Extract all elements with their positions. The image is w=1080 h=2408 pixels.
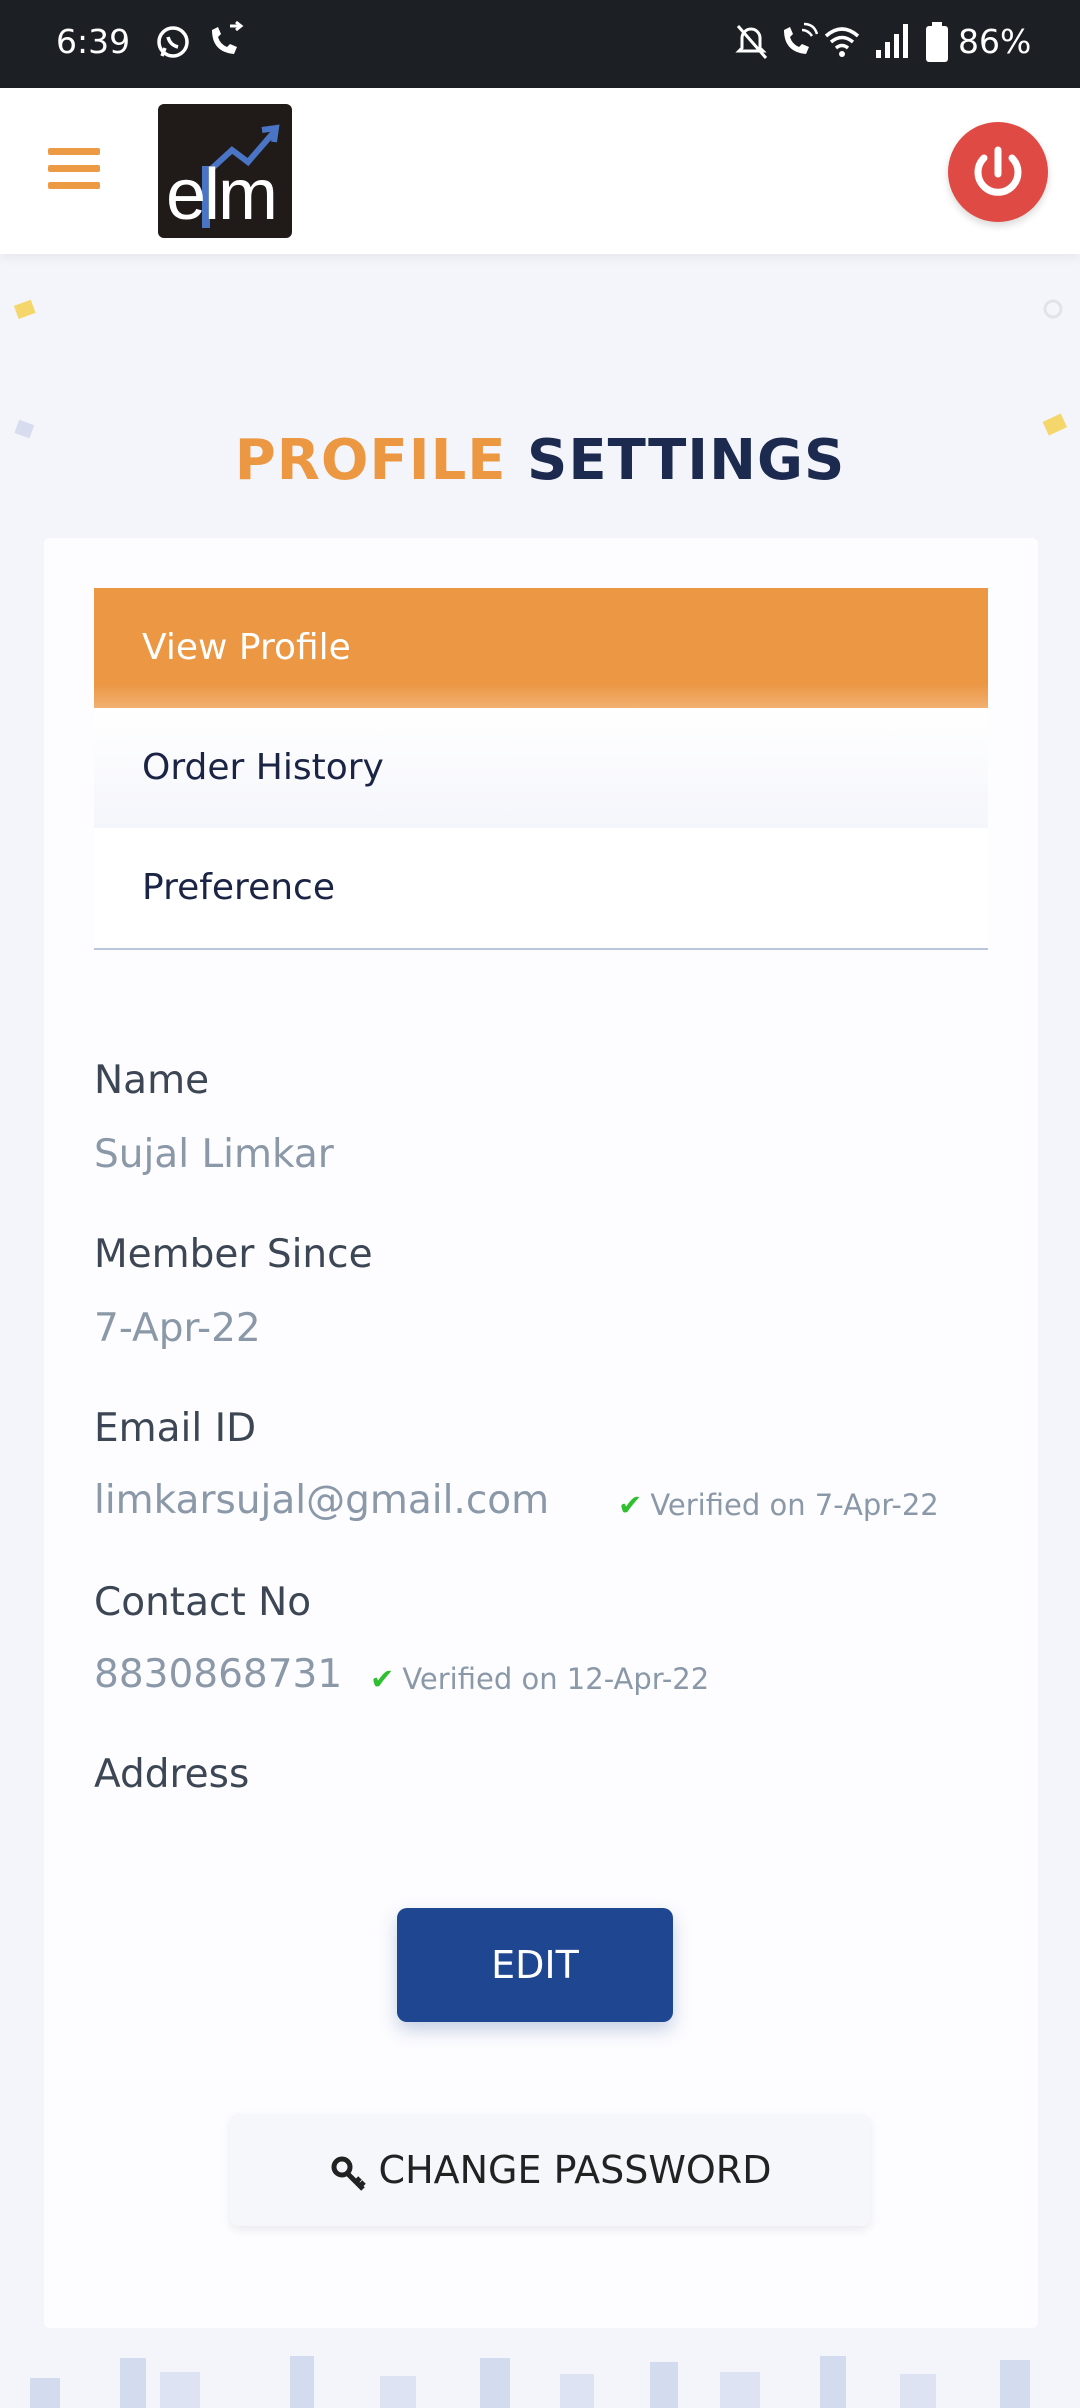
status-bar: 6:39 86% [0, 0, 1080, 88]
mute-icon [735, 25, 768, 59]
contact-verified-text: Verified on 12-Apr-22 [402, 1662, 710, 1696]
wifi-call-icon [784, 22, 818, 54]
battery-percent: 86% [958, 22, 1032, 61]
email-value: limkarsujal@gmail.com [94, 1478, 550, 1523]
profile-tabs: View Profile Order History Preference [94, 588, 988, 950]
whatsapp-icon [157, 26, 189, 58]
contact-value: 8830868731 [94, 1652, 343, 1697]
name-label: Name [94, 1058, 210, 1103]
page-title-part2: SETTINGS [527, 428, 846, 493]
decorative-coin-icon [13, 299, 36, 320]
status-time: 6:39 [56, 22, 131, 61]
address-label: Address [94, 1752, 250, 1797]
email-verified-text: Verified on 7-Apr-22 [650, 1488, 939, 1522]
change-password-label: CHANGE PASSWORD [378, 2148, 772, 2192]
signal-icon [876, 24, 908, 58]
wifi-icon [824, 27, 860, 57]
logo-text: elm [166, 155, 278, 235]
change-password-button[interactable]: CHANGE PASSWORD [230, 2114, 870, 2226]
profile-card: View Profile Order History Preference Na… [44, 538, 1038, 2328]
contact-label: Contact No [94, 1580, 312, 1625]
key-icon [331, 2156, 366, 2191]
decorative-shape-icon [1043, 299, 1063, 319]
member-since-label: Member Since [94, 1232, 373, 1277]
check-icon: ✔ [370, 1662, 395, 1696]
tab-view-profile[interactable]: View Profile [94, 588, 988, 708]
hamburger-icon[interactable] [48, 148, 100, 192]
edit-button[interactable]: EDIT [397, 1908, 673, 2022]
email-label: Email ID [94, 1406, 257, 1451]
power-icon [974, 146, 1022, 196]
battery-icon [926, 22, 948, 62]
page-title-part1: PROFILE [234, 428, 507, 493]
check-icon: ✔ [618, 1488, 643, 1522]
contact-verified-status: ✔ Verified on 12-Apr-22 [370, 1662, 709, 1696]
app-logo[interactable]: elm [158, 104, 292, 238]
tab-preference[interactable]: Preference [94, 828, 988, 948]
page-title: PROFILE SETTINGS [0, 428, 1080, 493]
tab-order-history[interactable]: Order History [94, 708, 988, 828]
app-header: elm [0, 88, 1080, 254]
call-forward-icon [212, 20, 244, 54]
member-since-value: 7-Apr-22 [94, 1306, 261, 1351]
logout-power-button[interactable] [948, 122, 1048, 222]
name-value: Sujal Limkar [94, 1132, 334, 1177]
email-verified-status: ✔ Verified on 7-Apr-22 [618, 1488, 939, 1522]
decorative-skyline [30, 2356, 1030, 2408]
